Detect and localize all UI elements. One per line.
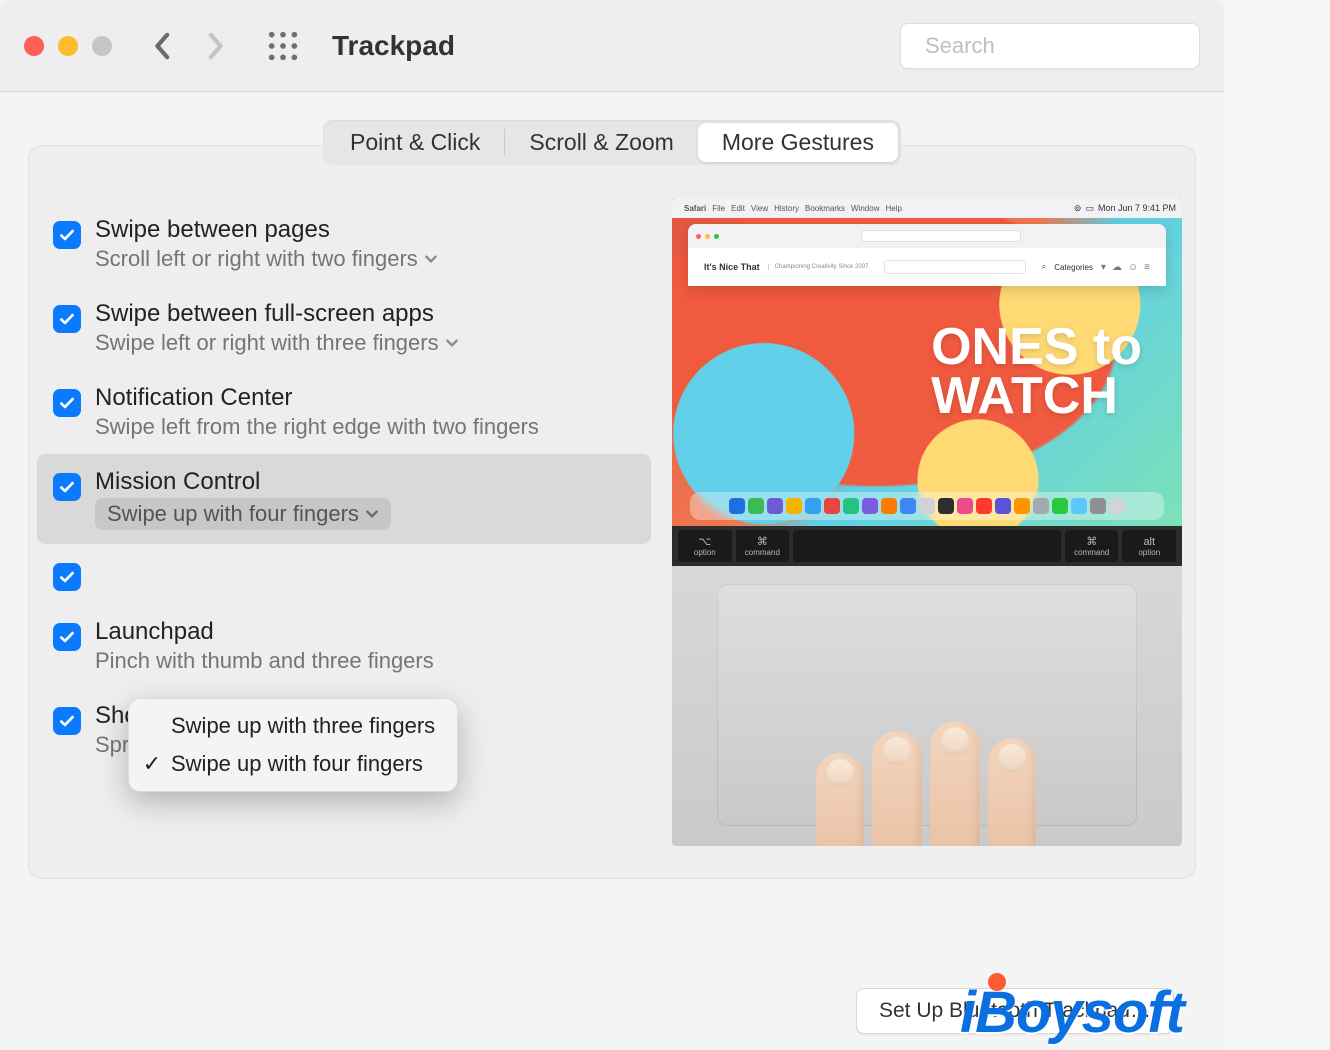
nav-buttons xyxy=(148,31,230,61)
option-title: Swipe between pages xyxy=(95,216,438,244)
option-subtitle-select[interactable]: Scroll left or right with two fingers xyxy=(95,246,438,272)
chevron-down-icon xyxy=(445,336,459,350)
option-launchpad: Launchpad Pinch with thumb and three fin… xyxy=(37,604,651,688)
chevron-down-icon xyxy=(424,252,438,266)
forward-button[interactable] xyxy=(200,31,230,61)
tab-point-and-click[interactable]: Point & Click xyxy=(326,123,504,162)
gesture-preview: Safari File Edit View History Bookmarks … xyxy=(667,194,1187,846)
mission-control-dropdown: Swipe up with three fingers ✓ Swipe up w… xyxy=(128,698,458,792)
dropdown-item-four-fingers[interactable]: ✓ Swipe up with four fingers xyxy=(129,745,457,783)
checkbox[interactable] xyxy=(53,707,81,735)
option-title: Mission Control xyxy=(95,468,391,496)
preview-keyboard: ⌥option ⌘command ⌘command altoption xyxy=(672,526,1182,566)
checkbox[interactable] xyxy=(53,221,81,249)
segmented-control: Point & Click Scroll & Zoom More Gesture… xyxy=(323,120,901,165)
preview-dock xyxy=(690,492,1164,520)
option-notification-center: Notification Center Swipe left from the … xyxy=(37,370,651,454)
option-swipe-between-pages: Swipe between pages Scroll left or right… xyxy=(37,202,651,286)
dropdown-item-three-fingers[interactable]: Swipe up with three fingers xyxy=(129,707,457,745)
address-bar xyxy=(861,230,1021,242)
preview-frame: Safari File Edit View History Bookmarks … xyxy=(672,198,1182,846)
option-mission-control: Mission Control Swipe up with four finge… xyxy=(37,454,651,544)
checkbox[interactable] xyxy=(53,623,81,651)
tab-scroll-and-zoom[interactable]: Scroll & Zoom xyxy=(505,123,697,162)
setup-bluetooth-trackpad-button[interactable]: Set Up Bluetooth Trackpad… xyxy=(856,988,1174,1034)
search-field[interactable] xyxy=(900,23,1200,69)
window-title: Trackpad xyxy=(332,30,900,62)
close-window-button[interactable] xyxy=(24,36,44,56)
back-button[interactable] xyxy=(148,31,178,61)
preview-menubar: Safari File Edit View History Bookmarks … xyxy=(672,198,1182,218)
checkbox[interactable] xyxy=(53,305,81,333)
grid-icon xyxy=(266,29,300,63)
spacebar-key xyxy=(793,530,1061,562)
preview-trackpad-area xyxy=(672,566,1182,846)
checkmark-icon xyxy=(58,394,76,412)
checkmark-icon xyxy=(58,310,76,328)
checkmark-icon xyxy=(58,712,76,730)
menubar-clock: Mon Jun 7 9:41 PM xyxy=(1098,203,1176,214)
preview-headline: ONES to WATCH xyxy=(931,323,1142,422)
zoom-window-button[interactable] xyxy=(92,36,112,56)
chevron-down-icon xyxy=(365,507,379,521)
option-title: Notification Center xyxy=(95,384,539,412)
wifi-icon: ⊚ xyxy=(1074,203,1082,214)
option-subtitle: Swipe left from the right edge with two … xyxy=(95,414,539,440)
checkmark-icon xyxy=(58,568,76,586)
battery-icon: ▭ xyxy=(1085,203,1094,214)
tabs: Point & Click Scroll & Zoom More Gesture… xyxy=(0,120,1224,165)
preview-screen: Safari File Edit View History Bookmarks … xyxy=(672,198,1182,526)
option-subtitle: Pinch with thumb and three fingers xyxy=(95,648,434,674)
hand-illustration xyxy=(810,736,1070,846)
search-icon: ⌕ xyxy=(1042,262,1046,272)
checkmark-icon: ✓ xyxy=(143,751,161,777)
checkbox[interactable] xyxy=(53,563,81,591)
settings-panel: Swipe between pages Scroll left or right… xyxy=(28,145,1196,879)
option-obscured xyxy=(37,544,651,604)
footer: Set Up Bluetooth Trackpad… xyxy=(856,988,1174,1034)
checkmark-icon xyxy=(58,478,76,496)
checkbox[interactable] xyxy=(53,473,81,501)
checkbox[interactable] xyxy=(53,389,81,417)
minimize-window-button[interactable] xyxy=(58,36,78,56)
option-title: Swipe between full-screen apps xyxy=(95,300,459,328)
tab-more-gestures[interactable]: More Gestures xyxy=(698,123,898,162)
search-input[interactable] xyxy=(925,33,1213,59)
site-search xyxy=(884,260,1025,274)
toolbar: Trackpad xyxy=(0,0,1224,92)
preview-browser-window: It's Nice That Championing Creativity Si… xyxy=(688,224,1166,286)
option-title: Launchpad xyxy=(95,618,434,646)
preview-wallpaper: It's Nice That Championing Creativity Si… xyxy=(672,218,1182,526)
show-all-button[interactable] xyxy=(266,29,300,63)
option-swipe-fullscreen-apps: Swipe between full-screen apps Swipe lef… xyxy=(37,286,651,370)
preferences-window: Trackpad Point & Click Scroll & Zoom Mor… xyxy=(0,0,1224,1050)
checkmark-icon xyxy=(58,226,76,244)
option-subtitle-select[interactable]: Swipe left or right with three fingers xyxy=(95,330,459,356)
site-logo: It's Nice That xyxy=(704,262,760,272)
traffic-lights xyxy=(24,36,112,56)
checkmark-icon xyxy=(58,628,76,646)
option-subtitle-select[interactable]: Swipe up with four fingers xyxy=(95,498,391,530)
